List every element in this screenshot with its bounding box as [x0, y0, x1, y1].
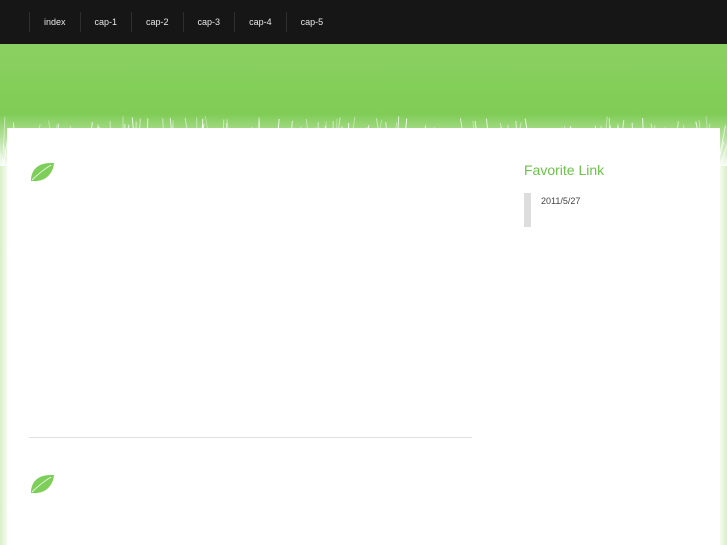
post-divider [29, 437, 472, 438]
sidebar-item-date: 2011/5/27 [541, 196, 581, 206]
nav-item-cap-4[interactable]: cap-4 [234, 12, 286, 32]
sidebar-item-marker [524, 193, 531, 227]
nav-item-cap-2[interactable]: cap-2 [131, 12, 183, 32]
nav-item-cap-1[interactable]: cap-1 [79, 12, 132, 32]
content-panel [7, 128, 720, 545]
nav-item-index[interactable]: index [29, 12, 80, 32]
main-nav: index cap-1 cap-2 cap-3 cap-4 cap-5 [29, 12, 337, 32]
top-navigation-bar: index cap-1 cap-2 cap-3 cap-4 cap-5 [0, 0, 727, 44]
sidebar-title: Favorite Link [524, 162, 605, 178]
leaf-icon [31, 162, 54, 182]
nav-item-cap-5[interactable]: cap-5 [285, 12, 338, 32]
sidebar-link-item[interactable]: 2011/5/27 [524, 193, 614, 227]
leaf-icon [31, 474, 54, 494]
page-right-edge [720, 166, 727, 545]
nav-item-cap-3[interactable]: cap-3 [182, 12, 235, 32]
page-left-edge [0, 166, 7, 545]
